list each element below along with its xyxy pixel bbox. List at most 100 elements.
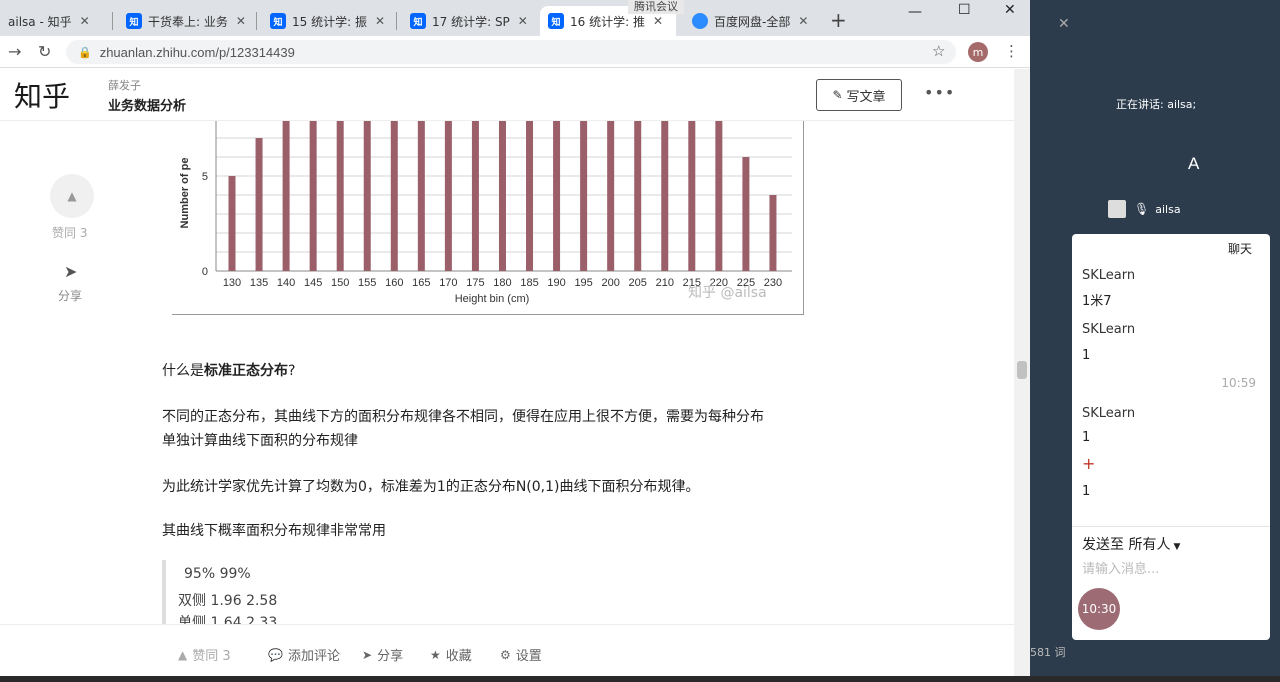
chat-panel: 聊天 SKLearn 1米7 SKLearn 1 10:59 SKLearn 1…	[1072, 234, 1270, 640]
minimize-icon[interactable]: —	[908, 4, 922, 20]
x-tick-label: 150	[331, 277, 349, 289]
author-name[interactable]: 薛发子	[108, 77, 141, 93]
close-icon[interactable]: ✕	[375, 14, 385, 28]
message-sender: SKLearn	[1082, 268, 1136, 283]
browser-window: ailsa - 知乎 ✕ 知 干货奉上: 业务 ✕ 知 15 统计学: 振 ✕ …	[0, 0, 1030, 682]
add-comment-button[interactable]: 💬 添加评论	[268, 645, 340, 665]
close-icon[interactable]: ✕	[798, 14, 808, 28]
edit-icon: ✎	[832, 88, 843, 102]
histogram-bar	[661, 121, 669, 271]
message-text: 1	[1082, 348, 1091, 363]
x-tick-label: 160	[385, 277, 403, 289]
tab-bar: ailsa - 知乎 ✕ 知 干货奉上: 业务 ✕ 知 15 统计学: 振 ✕ …	[0, 0, 1030, 36]
x-tick-label: 210	[656, 277, 674, 289]
x-axis-label: Height bin (cm)	[455, 293, 530, 305]
microphone-icon[interactable]: 🎙	[1134, 202, 1149, 216]
close-icon[interactable]: ✕	[1058, 16, 1070, 32]
write-article-button[interactable]: ✎ 写文章	[816, 79, 902, 111]
column-title[interactable]: 业务数据分析	[108, 95, 186, 114]
message-sender: SKLearn	[1082, 322, 1136, 337]
baidu-favicon-icon	[692, 13, 708, 29]
lock-icon: 🔒	[78, 46, 92, 59]
x-tick-label: 140	[277, 277, 295, 289]
blockquote-bar	[162, 560, 166, 624]
close-window-icon[interactable]: ✕	[1004, 2, 1016, 18]
tab-label: 百度网盘-全部	[714, 14, 791, 29]
histogram-bar	[634, 121, 642, 271]
new-tab-button[interactable]: +	[830, 8, 847, 32]
chat-title: 聊天	[1227, 242, 1252, 256]
upvote-button[interactable]: ▲	[50, 174, 94, 218]
share-icon[interactable]: ➤	[64, 262, 77, 281]
tab-zhihu-1[interactable]: 知 干货奉上: 业务 ✕	[118, 6, 254, 36]
meeting-window-label: 腾讯会议	[628, 0, 684, 14]
x-tick-label: 205	[629, 277, 647, 289]
url-text: zhuanlan.zhihu.com/p/123314439	[99, 44, 295, 60]
tab-label: 17 统计学: SP	[432, 14, 510, 29]
more-options-icon[interactable]: •••	[924, 83, 955, 102]
bottom-share-button[interactable]: ➤ 分享	[362, 645, 403, 665]
paragraph-3: 其曲线下概率面积分布规律非常常用	[162, 523, 386, 539]
bottom-action-bar: ▲ 赞同 3 💬 添加评论 ➤ 分享 ★ 收藏 ⚙ 设置	[0, 624, 1014, 682]
histogram-bar	[498, 121, 506, 271]
collect-button[interactable]: ★ 收藏	[430, 645, 472, 665]
histogram-bar	[228, 176, 236, 271]
tab-label: ailsa - 知乎	[8, 14, 72, 29]
message-sender: SKLearn	[1082, 406, 1136, 421]
address-bar: → ↻ 🔒 zhuanlan.zhihu.com/p/123314439 ☆ m…	[0, 36, 1030, 68]
x-tick-label: 130	[223, 277, 241, 289]
reload-icon[interactable]: ↻	[38, 42, 51, 61]
y-tick-label: 0	[202, 266, 208, 278]
share-label[interactable]: 分享	[58, 287, 82, 304]
upvote-count: 赞同 3	[52, 226, 88, 240]
histogram-bar	[471, 121, 479, 271]
paragraph-2: 为此统计学家优先计算了均数为0，标准差为1的正态分布N(0,1)曲线下面积分布规…	[162, 479, 700, 495]
forward-icon[interactable]: →	[8, 42, 21, 61]
paragraph-1-line-2: 单独计算曲线下面积的分布规律	[162, 433, 358, 449]
tab-zhihu-3[interactable]: 知 17 统计学: SP ✕	[402, 6, 536, 36]
histogram-bar	[336, 121, 344, 271]
url-input[interactable]: 🔒 zhuanlan.zhihu.com/p/123314439	[66, 40, 956, 64]
tab-ailsa[interactable]: ailsa - 知乎 ✕	[0, 6, 98, 36]
x-tick-label: 145	[304, 277, 322, 289]
zhihu-favicon-icon: 知	[548, 13, 564, 29]
message-text: 1	[1082, 484, 1091, 499]
histogram-bar	[282, 121, 290, 271]
histogram-bar	[309, 121, 317, 271]
y-tick-label: 5	[202, 171, 208, 183]
close-icon[interactable]: ✕	[653, 14, 663, 28]
x-tick-label: 180	[493, 277, 511, 289]
heading-suffix: ?	[288, 363, 296, 379]
page-scrollbar[interactable]	[1014, 69, 1030, 682]
send-to-value: 所有人	[1128, 537, 1171, 553]
zhihu-logo[interactable]: 知乎	[14, 75, 70, 115]
histogram-bar	[742, 157, 750, 271]
close-icon[interactable]: ✕	[518, 14, 528, 28]
close-icon[interactable]: ✕	[236, 14, 246, 28]
zhihu-favicon-icon: 知	[270, 13, 286, 29]
send-to-selector[interactable]: 发送至 所有人 ▼	[1082, 534, 1180, 554]
paragraph-1-line-1: 不同的正态分布，其曲线下方的面积分布规律各不相同，便得在应用上很不方便，需要为每…	[162, 409, 764, 425]
close-icon[interactable]: ✕	[80, 14, 90, 28]
bottom-upvote-button[interactable]: ▲ 赞同 3	[178, 645, 231, 665]
histogram-bar	[715, 121, 723, 271]
collect-label: 收藏	[445, 649, 472, 664]
heading-bold: 标准正态分布	[204, 363, 288, 379]
upvote-label: 赞同 3	[192, 649, 231, 664]
zhihu-favicon-icon: 知	[126, 13, 142, 29]
histogram-bar	[526, 121, 534, 271]
quote-line: 双侧 1.96 2.58	[178, 593, 278, 609]
maximize-icon[interactable]: ☐	[958, 2, 971, 18]
tab-zhihu-2[interactable]: 知 15 统计学: 振 ✕	[262, 6, 393, 36]
settings-button[interactable]: ⚙ 设置	[500, 645, 542, 665]
profile-avatar[interactable]: m	[968, 42, 988, 62]
histogram-bar	[607, 121, 615, 271]
histogram-bar	[363, 121, 371, 271]
section-heading: 什么是标准正态分布?	[162, 360, 295, 380]
browser-menu-icon[interactable]: ⋮	[1004, 42, 1019, 60]
scroll-thumb[interactable]	[1017, 361, 1027, 379]
message-text: 1	[1082, 430, 1091, 445]
tab-baidu-pan[interactable]: 百度网盘-全部 ✕	[684, 6, 816, 36]
bookmark-star-icon[interactable]: ☆	[932, 42, 945, 60]
chat-message-input[interactable]: 请输入消息...	[1082, 558, 1159, 577]
